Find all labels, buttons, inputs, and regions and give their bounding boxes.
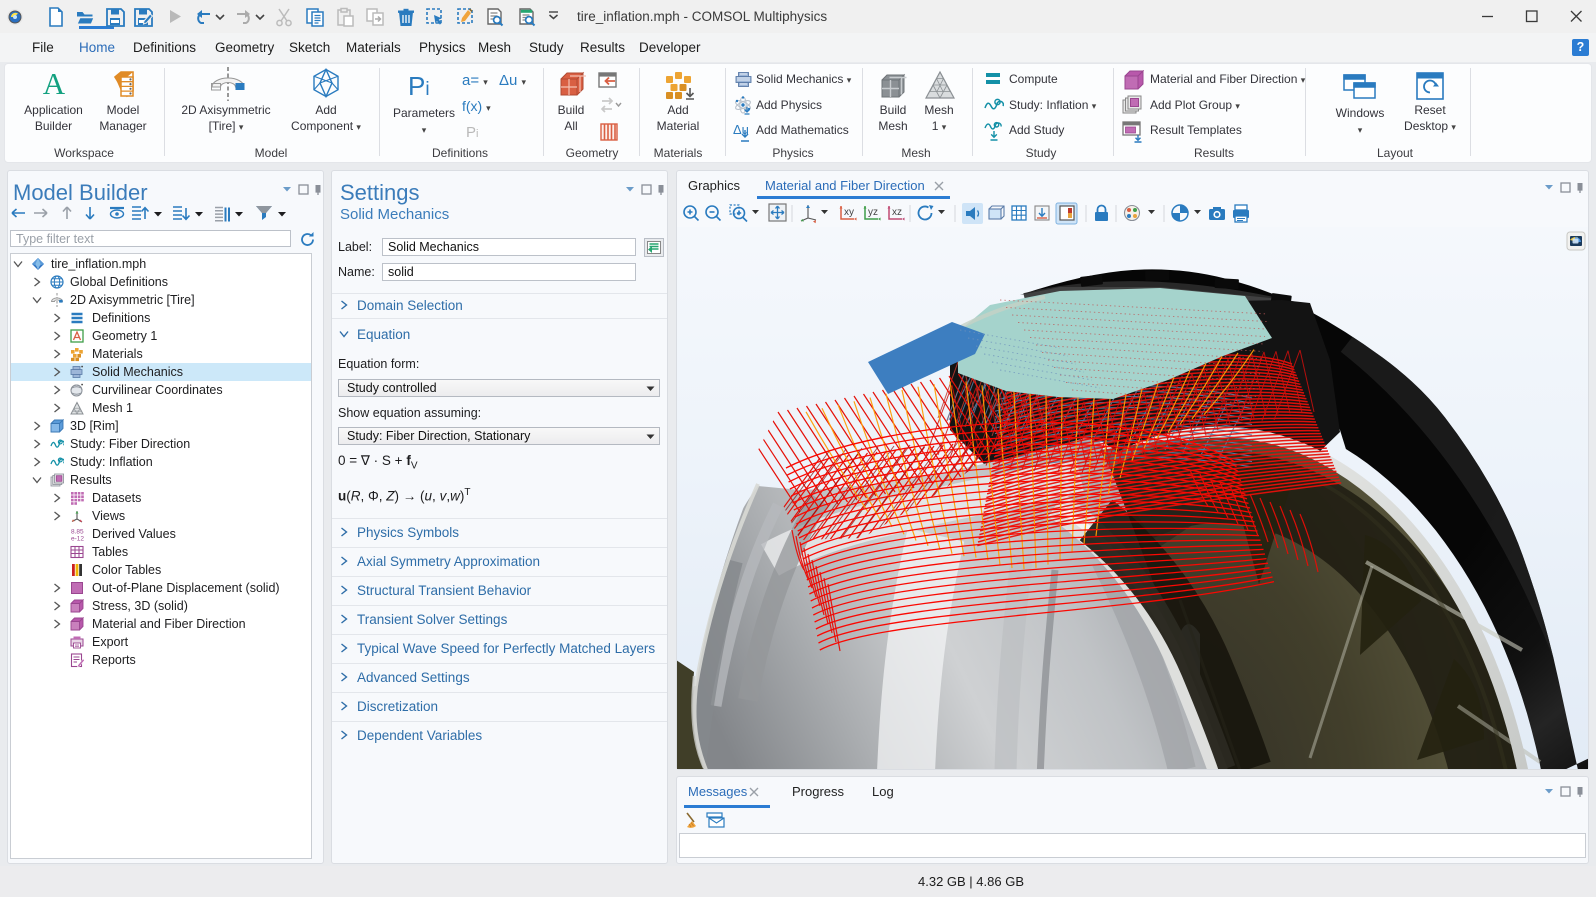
svg-text:e-12: e-12: [71, 536, 84, 543]
svg-text:yz: yz: [868, 207, 878, 218]
svg-text:8.85: 8.85: [71, 529, 84, 536]
svg-text:xz: xz: [892, 207, 902, 218]
svg-text:xy: xy: [844, 207, 854, 218]
